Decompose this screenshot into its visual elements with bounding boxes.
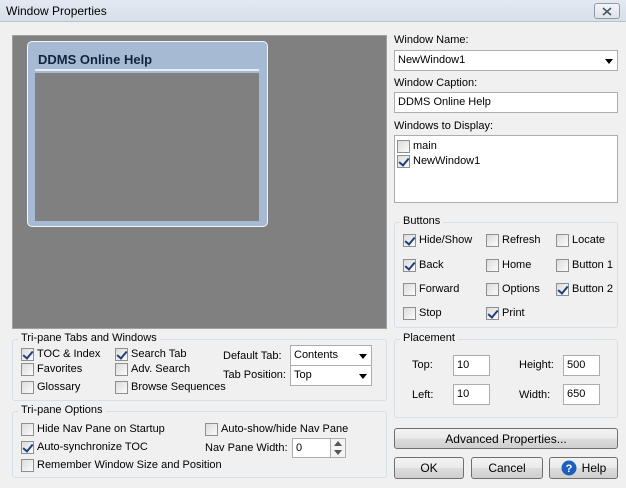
chevron-down-icon: [359, 354, 367, 359]
advanced-properties-button[interactable]: Advanced Properties...: [394, 428, 618, 449]
width-label: Width:: [519, 389, 551, 401]
button2-label: Button 2: [572, 283, 613, 295]
height-input[interactable]: 500: [563, 355, 600, 376]
adv-search-label: Adv. Search: [131, 363, 191, 375]
tab-position-value: Top: [294, 369, 312, 381]
favorites-label: Favorites: [37, 363, 83, 375]
button2-checkbox[interactable]: [556, 283, 569, 296]
stop-label: Stop: [419, 307, 442, 319]
remember-size-checkbox[interactable]: [21, 459, 34, 472]
browse-sequences-checkbox[interactable]: [115, 381, 128, 394]
glossary-label: Glossary: [37, 381, 81, 393]
options-group-title: Tri-pane Options: [18, 404, 106, 416]
buttons-group-title: Buttons: [400, 215, 444, 227]
list-item-checkbox-main[interactable]: [397, 140, 410, 153]
hide-nav-pane-label: Hide Nav Pane on Startup: [37, 423, 165, 435]
tab-position-select[interactable]: Top: [290, 365, 372, 386]
home-checkbox[interactable]: [486, 259, 499, 272]
default-tab-select[interactable]: Contents: [290, 345, 372, 366]
options-label: Options: [502, 283, 540, 295]
left-input[interactable]: 10: [453, 384, 490, 405]
chevron-down-icon: [605, 59, 613, 64]
glossary-checkbox[interactable]: [21, 381, 34, 394]
locate-checkbox[interactable]: [556, 234, 569, 247]
preview-caption: DDMS Online Help: [35, 49, 259, 71]
preview-content-pane: [35, 73, 259, 221]
default-tab-label: Default Tab:: [223, 350, 282, 362]
top-input[interactable]: 10: [453, 355, 490, 376]
hide-nav-pane-checkbox[interactable]: [21, 423, 34, 436]
window-name-label: Window Name:: [394, 34, 469, 46]
window-preview: DDMS Online Help: [12, 35, 387, 329]
help-label: Help: [581, 461, 607, 475]
height-label: Height:: [519, 359, 554, 371]
hide-show-label: Hide/Show: [419, 234, 473, 246]
tabs-group-title: Tri-pane Tabs and Windows: [18, 332, 160, 344]
preview-window: DDMS Online Help: [27, 41, 268, 227]
refresh-checkbox[interactable]: [486, 234, 499, 247]
browse-sequences-label: Browse Sequences: [131, 381, 226, 393]
options-checkbox[interactable]: [486, 283, 499, 296]
refresh-label: Refresh: [502, 234, 541, 246]
search-tab-checkbox[interactable]: [115, 348, 128, 361]
auto-sync-toc-label: Auto-synchronize TOC: [37, 441, 148, 453]
nav-pane-width-spinner[interactable]: [330, 439, 345, 457]
left-label: Left:: [412, 389, 434, 401]
adv-search-checkbox[interactable]: [115, 363, 128, 376]
button1-checkbox[interactable]: [556, 259, 569, 272]
list-item-label-main: main: [413, 140, 437, 152]
favorites-checkbox[interactable]: [21, 363, 34, 376]
forward-label: Forward: [419, 283, 460, 295]
width-input[interactable]: 650: [563, 384, 600, 405]
print-label: Print: [502, 307, 525, 319]
spin-down-icon: [334, 450, 342, 455]
help-icon: ?: [561, 460, 577, 476]
cancel-button[interactable]: Cancel: [471, 457, 543, 479]
forward-checkbox[interactable]: [403, 283, 416, 296]
spin-up-icon: [334, 441, 342, 446]
window-title: Window Properties: [6, 4, 107, 18]
auto-show-nav-label: Auto-show/hide Nav Pane: [221, 423, 349, 435]
list-item-label-newwindow1: NewWindow1: [413, 155, 481, 167]
title-bar: Window Properties: [0, 0, 626, 22]
locate-label: Locate: [572, 234, 606, 246]
nav-pane-width-input[interactable]: 0: [292, 438, 346, 458]
window-caption-input[interactable]: DDMS Online Help: [394, 92, 618, 113]
placement-group: [394, 339, 618, 418]
auto-show-nav-checkbox[interactable]: [205, 423, 218, 436]
ok-button[interactable]: OK: [394, 457, 464, 479]
auto-sync-toc-checkbox[interactable]: [21, 441, 34, 454]
stop-checkbox[interactable]: [403, 307, 416, 320]
hide-show-checkbox[interactable]: [403, 234, 416, 247]
close-icon: [602, 6, 612, 16]
window-name-value: NewWindow1: [398, 54, 466, 66]
chevron-down-icon: [359, 374, 367, 379]
tab-position-label: Tab Position:: [223, 369, 286, 381]
default-tab-value: Contents: [294, 349, 339, 361]
back-label: Back: [419, 259, 444, 271]
remember-size-label: Remember Window Size and Position: [37, 459, 222, 471]
print-checkbox[interactable]: [486, 307, 499, 320]
toc-index-label: TOC & Index: [37, 348, 101, 360]
svg-text:?: ?: [565, 463, 572, 475]
toc-index-checkbox[interactable]: [21, 348, 34, 361]
window-caption-label: Window Caption:: [394, 77, 478, 89]
close-button[interactable]: [594, 3, 620, 19]
window-name-select[interactable]: NewWindow1: [394, 50, 618, 71]
back-checkbox[interactable]: [403, 259, 416, 272]
nav-pane-width-value: 0: [296, 442, 303, 454]
search-tab-label: Search Tab: [131, 348, 187, 360]
help-button[interactable]: ? Help: [549, 457, 618, 479]
home-label: Home: [502, 259, 532, 271]
list-item-checkbox-newwindow1[interactable]: [397, 155, 410, 168]
top-label: Top:: [412, 359, 433, 371]
button1-label: Button 1: [572, 259, 613, 271]
nav-pane-width-label: Nav Pane Width:: [205, 442, 288, 454]
placement-group-title: Placement: [400, 332, 458, 344]
windows-to-display-label: Windows to Display:: [394, 120, 494, 132]
